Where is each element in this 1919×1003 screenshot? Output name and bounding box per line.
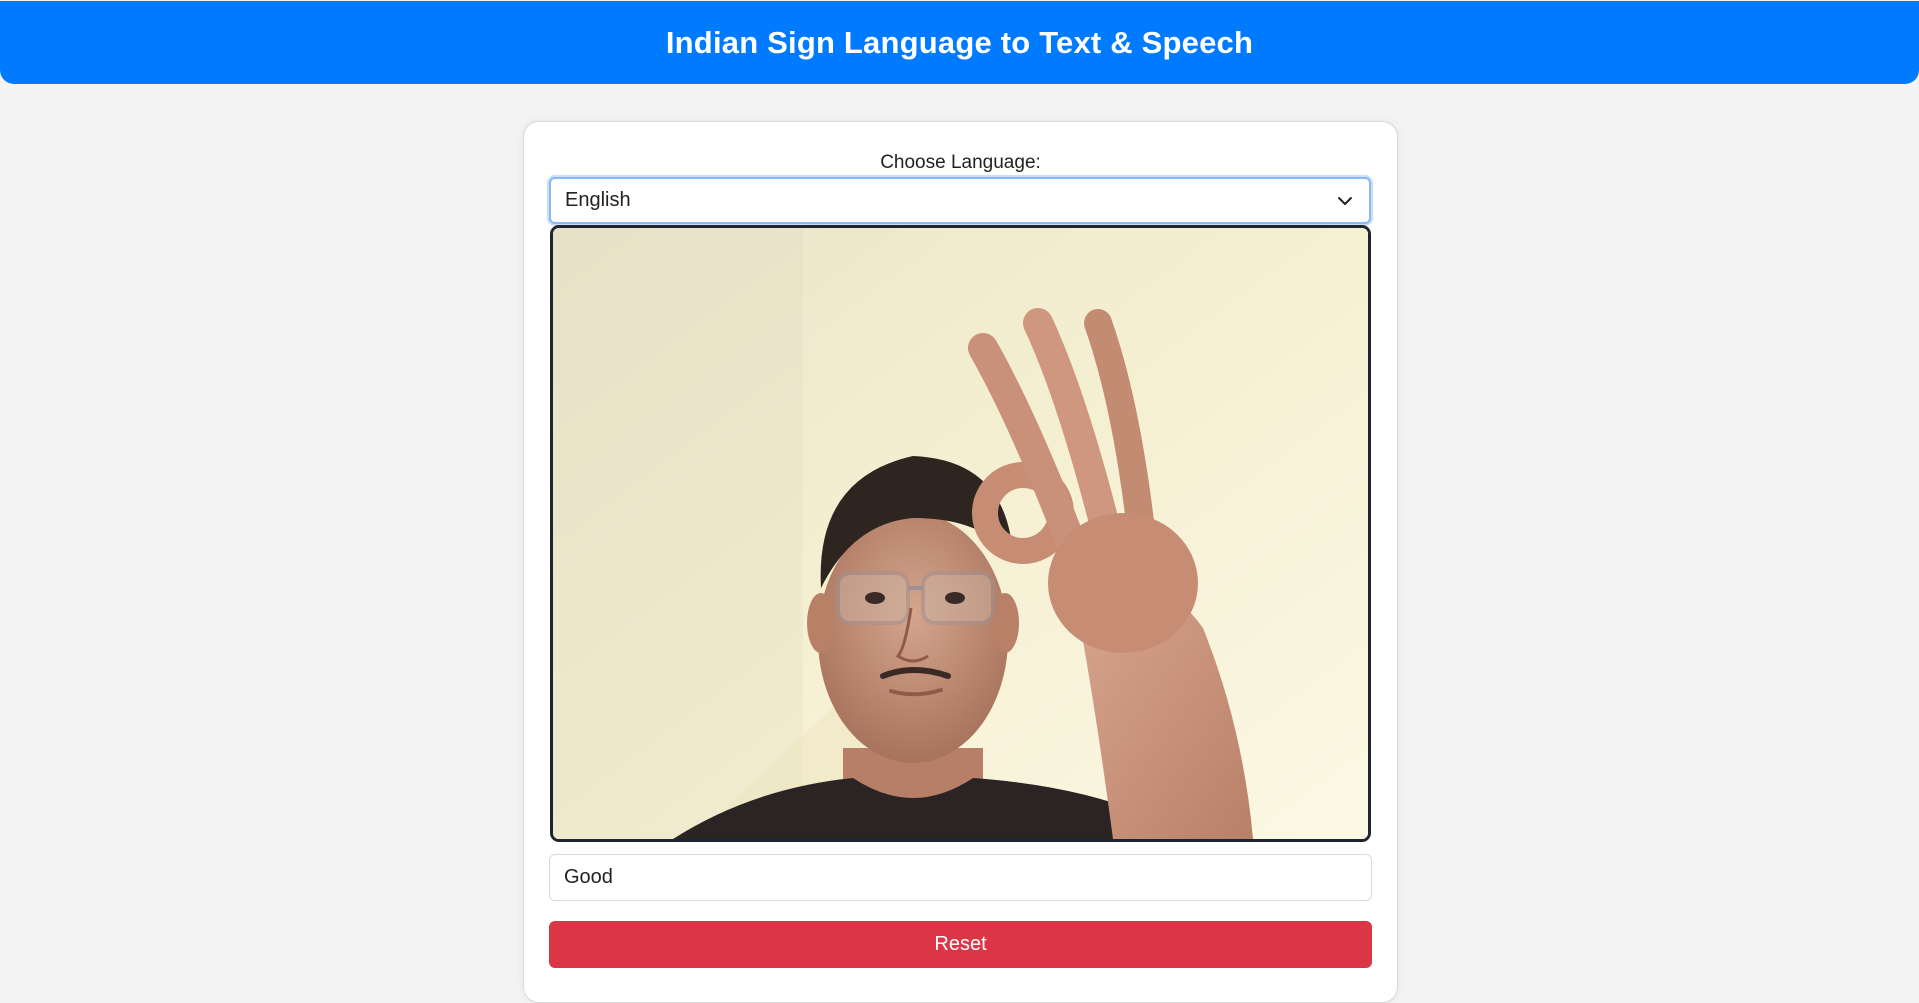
webcam-frame — [553, 228, 1368, 839]
recognized-text-output: Good — [549, 854, 1372, 901]
app-header: Indian Sign Language to Text & Speech — [0, 1, 1919, 84]
reset-button[interactable]: Reset — [549, 921, 1372, 968]
language-label: Choose Language: — [880, 152, 1041, 173]
chevron-down-icon — [1338, 197, 1352, 205]
webcam-feed — [550, 225, 1371, 842]
page-title: Indian Sign Language to Text & Speech — [665, 24, 1254, 60]
language-select[interactable]: English — [549, 177, 1371, 224]
main-card: Choose Language: English Good Reset — [523, 121, 1398, 1003]
language-selected-value: English — [565, 189, 631, 211]
